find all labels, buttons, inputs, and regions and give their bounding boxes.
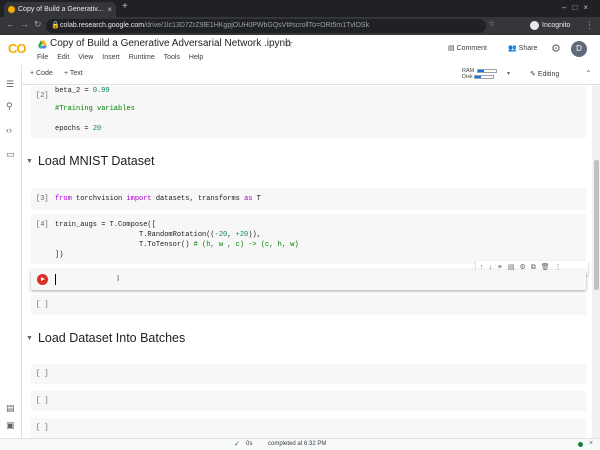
lock-icon: 🔒 [51, 22, 60, 29]
menu-tools[interactable]: Tools [164, 54, 180, 61]
incognito-label: Incognito [542, 22, 571, 29]
nav-buttons[interactable]: ←→↻ [6, 19, 47, 30]
add-text-button[interactable]: + Text [64, 70, 83, 77]
url-host: colab.research.google.com [60, 22, 145, 29]
code-cell-3[interactable]: [3] from torchvision import datasets, tr… [31, 188, 586, 210]
section-heading-load-batches[interactable]: ▼ Load Dataset Into Batches [26, 331, 185, 345]
comment-icon: ▤ [448, 45, 455, 52]
menu-insert[interactable]: Insert [102, 54, 120, 61]
completion-status[interactable]: completed at 6:32 PM [268, 441, 326, 447]
cell-prompt: [ ] [36, 397, 49, 405]
table-of-contents-icon[interactable]: ☰ [6, 79, 14, 90]
colab-favicon-icon [8, 6, 15, 13]
browser-menu-icon[interactable]: ⋮ [585, 20, 594, 31]
folder-icon[interactable]: ▭ [6, 149, 15, 160]
editing-mode-button[interactable]: ✎ Editing [530, 70, 559, 78]
section-heading-load-mnist[interactable]: ▼ Load MNIST Dataset [26, 154, 154, 168]
new-tab-button[interactable]: + [122, 1, 128, 12]
tab-close-icon[interactable]: × [107, 2, 112, 17]
bookmark-star-icon[interactable]: ☆ [488, 19, 495, 28]
colab-header: CO Copy of Build a Generative Adversaria… [0, 35, 600, 65]
cell-prompt: [ ] [36, 370, 49, 378]
browser-address-bar: ←→↻ 🔒 colab.research.google.com/drive/1l… [0, 17, 600, 35]
cell-code-epochs[interactable]: epochs = 20 [55, 124, 101, 134]
connection-status-icon [578, 442, 583, 447]
cell-prompt: [ ] [36, 424, 49, 432]
star-icon[interactable]: ☆ [284, 37, 294, 50]
notebook-toolbar: + Code + Text RAM Disk ▾ ✎ Editing ⌃ [0, 65, 600, 85]
search-icon[interactable]: ⚲ [6, 101, 13, 112]
cell-prompt: [2] [36, 92, 49, 100]
code-cell-4[interactable]: [4] train_augs = T.Compose([ T.RandomRot… [31, 214, 586, 264]
avatar[interactable]: D [571, 41, 587, 57]
chevron-up-icon[interactable]: ⌃ [585, 69, 592, 78]
menu-bar: File Edit View Insert Runtime Tools Help [37, 54, 210, 61]
close-icon[interactable]: × [589, 440, 593, 447]
comment-label: Comment [456, 45, 487, 52]
menu-view[interactable]: View [78, 54, 93, 61]
incognito-indicator[interactable]: Incognito [530, 19, 570, 33]
empty-code-cell[interactable]: [ ] [31, 391, 586, 411]
run-cell-button[interactable] [37, 274, 48, 285]
browser-tab-bar: Copy of Build a Generativ... × + –□× [0, 0, 600, 17]
comment-button[interactable]: ▤ Comment [448, 44, 487, 52]
menu-file[interactable]: File [37, 54, 48, 61]
menu-runtime[interactable]: Runtime [129, 54, 155, 61]
share-button[interactable]: 👥 Share [508, 44, 537, 52]
left-rail: ☰ ⚲ ‹› ▭ ▤ ▣ [0, 65, 22, 438]
collapse-caret-icon[interactable]: ▼ [26, 158, 33, 165]
code-snippets-icon[interactable]: ‹› [6, 125, 12, 135]
status-bar: ✓ 0s completed at 6:32 PM × [0, 438, 600, 450]
colab-logo[interactable]: CO [8, 41, 26, 56]
tab-title: Copy of Build a Generativ... [18, 6, 104, 13]
url-field[interactable]: 🔒 colab.research.google.com/drive/1lc13D… [46, 19, 486, 33]
incognito-icon [530, 20, 539, 30]
cell-prompt: [4] [36, 221, 49, 229]
menu-edit[interactable]: Edit [57, 54, 69, 61]
active-code-cell[interactable]: I [31, 270, 586, 290]
window-controls[interactable]: –□× [562, 0, 594, 16]
cell-prompt: [ ] [36, 301, 49, 309]
scrollbar[interactable] [592, 86, 600, 438]
execution-time: 0s [246, 441, 253, 447]
menu-help[interactable]: Help [189, 54, 203, 61]
share-icon: 👥 [508, 45, 517, 52]
pencil-icon: ✎ [530, 71, 536, 78]
ram-disk-indicator[interactable]: RAM Disk [462, 68, 498, 80]
editing-label: Editing [537, 71, 560, 78]
scroll-thumb[interactable] [594, 160, 599, 290]
share-label: Share [518, 45, 538, 52]
drive-icon [38, 40, 47, 49]
cell-prompt: [3] [36, 195, 49, 203]
ibeam-cursor-icon: I [117, 274, 120, 283]
ram-bar [477, 68, 498, 73]
cell-comment: #Training variables [55, 105, 135, 113]
collapse-caret-icon[interactable]: ▼ [26, 335, 33, 342]
terminal-icon[interactable]: ▤ [6, 403, 15, 414]
command-palette-icon[interactable]: ▣ [6, 420, 15, 431]
empty-code-cell[interactable]: [ ] [31, 295, 586, 315]
empty-code-cell[interactable]: [ ] [31, 418, 586, 438]
disk-bar [473, 74, 494, 79]
cell-code[interactable]: beta_2 = 0.99 [55, 86, 110, 96]
cell-code[interactable]: from torchvision import datasets, transf… [55, 194, 261, 204]
notebook-title[interactable]: Copy of Build a Generative Adversarial N… [50, 38, 291, 49]
gear-icon[interactable]: ⚙ [551, 42, 561, 55]
chevron-down-icon[interactable]: ▾ [507, 70, 510, 77]
browser-tab[interactable]: Copy of Build a Generativ... × [4, 2, 116, 17]
text-cursor [55, 274, 56, 285]
empty-code-cell[interactable]: [ ] [31, 364, 586, 384]
cell-code[interactable]: train_augs = T.Compose([ T.RandomRotatio… [55, 220, 299, 260]
url-path: /drive/1lc13D7ZrZ9lE1HKgpjOUH0PWbGQsVt#s… [144, 22, 370, 29]
check-icon: ✓ [234, 441, 240, 448]
add-code-button[interactable]: + Code [30, 70, 53, 77]
code-cell-2[interactable]: [2] beta_2 = 0.99 #Training variables ep… [31, 86, 586, 138]
disk-label: Disk [462, 74, 473, 80]
notebook-area: [2] beta_2 = 0.99 #Training variables ep… [22, 86, 590, 438]
